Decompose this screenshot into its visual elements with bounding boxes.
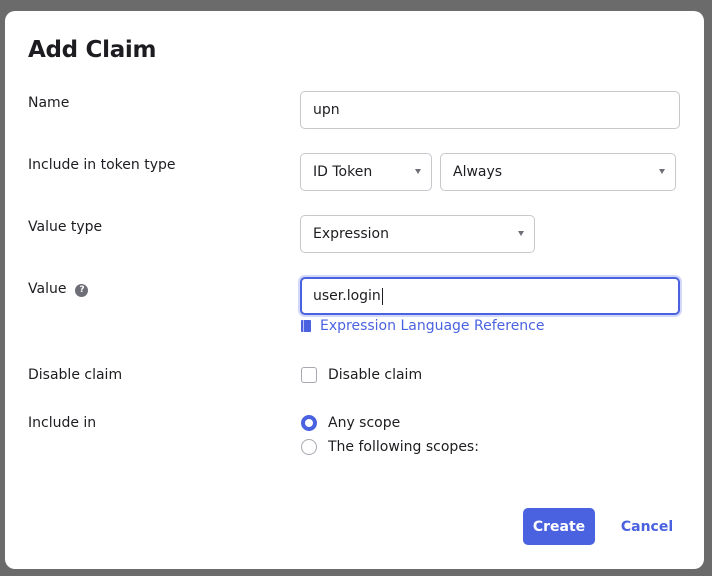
add-claim-dialog: Add Claim Name upn Include in token type… [5, 11, 704, 569]
text-caret [381, 287, 383, 305]
following-scopes-radio[interactable] [301, 439, 317, 455]
token-type-label: Include in token type [28, 157, 176, 173]
token-type-select[interactable]: ID Token [300, 153, 432, 191]
chevron-down-icon [415, 169, 421, 174]
value-type-label: Value type [28, 219, 103, 235]
include-in-label: Include in [28, 415, 97, 431]
disable-claim-checkbox-label[interactable]: Disable claim [328, 367, 422, 383]
chevron-down-icon [518, 231, 524, 236]
token-when-select-value: Always [453, 164, 503, 180]
following-scopes-radio-label[interactable]: The following scopes: [328, 439, 479, 455]
value-input[interactable]: user.login [300, 277, 680, 315]
value-input-value: user.login [313, 288, 381, 304]
token-when-select[interactable]: Always [440, 153, 676, 191]
token-type-select-value: ID Token [313, 164, 373, 180]
disable-claim-checkbox[interactable] [301, 367, 317, 383]
chevron-down-icon [659, 169, 665, 174]
name-label: Name [28, 95, 70, 111]
any-scope-radio[interactable] [301, 415, 317, 431]
disable-claim-label: Disable claim [28, 367, 123, 383]
value-type-select-value: Expression [313, 226, 389, 242]
name-input-value: upn [313, 102, 340, 118]
expression-language-link-text: Expression Language Reference [320, 318, 545, 334]
help-icon[interactable]: ? [75, 284, 89, 297]
book-icon [301, 320, 311, 332]
value-label: Value? [28, 281, 89, 297]
cancel-button[interactable]: Cancel [611, 508, 683, 545]
any-scope-radio-label[interactable]: Any scope [328, 415, 400, 431]
value-type-select[interactable]: Expression [300, 215, 535, 253]
expression-language-link[interactable]: Expression Language Reference [301, 318, 545, 334]
dialog-title: Add Claim [28, 37, 157, 63]
create-button[interactable]: Create [523, 508, 595, 545]
name-input[interactable]: upn [300, 91, 680, 129]
value-label-text: Value [28, 281, 67, 297]
